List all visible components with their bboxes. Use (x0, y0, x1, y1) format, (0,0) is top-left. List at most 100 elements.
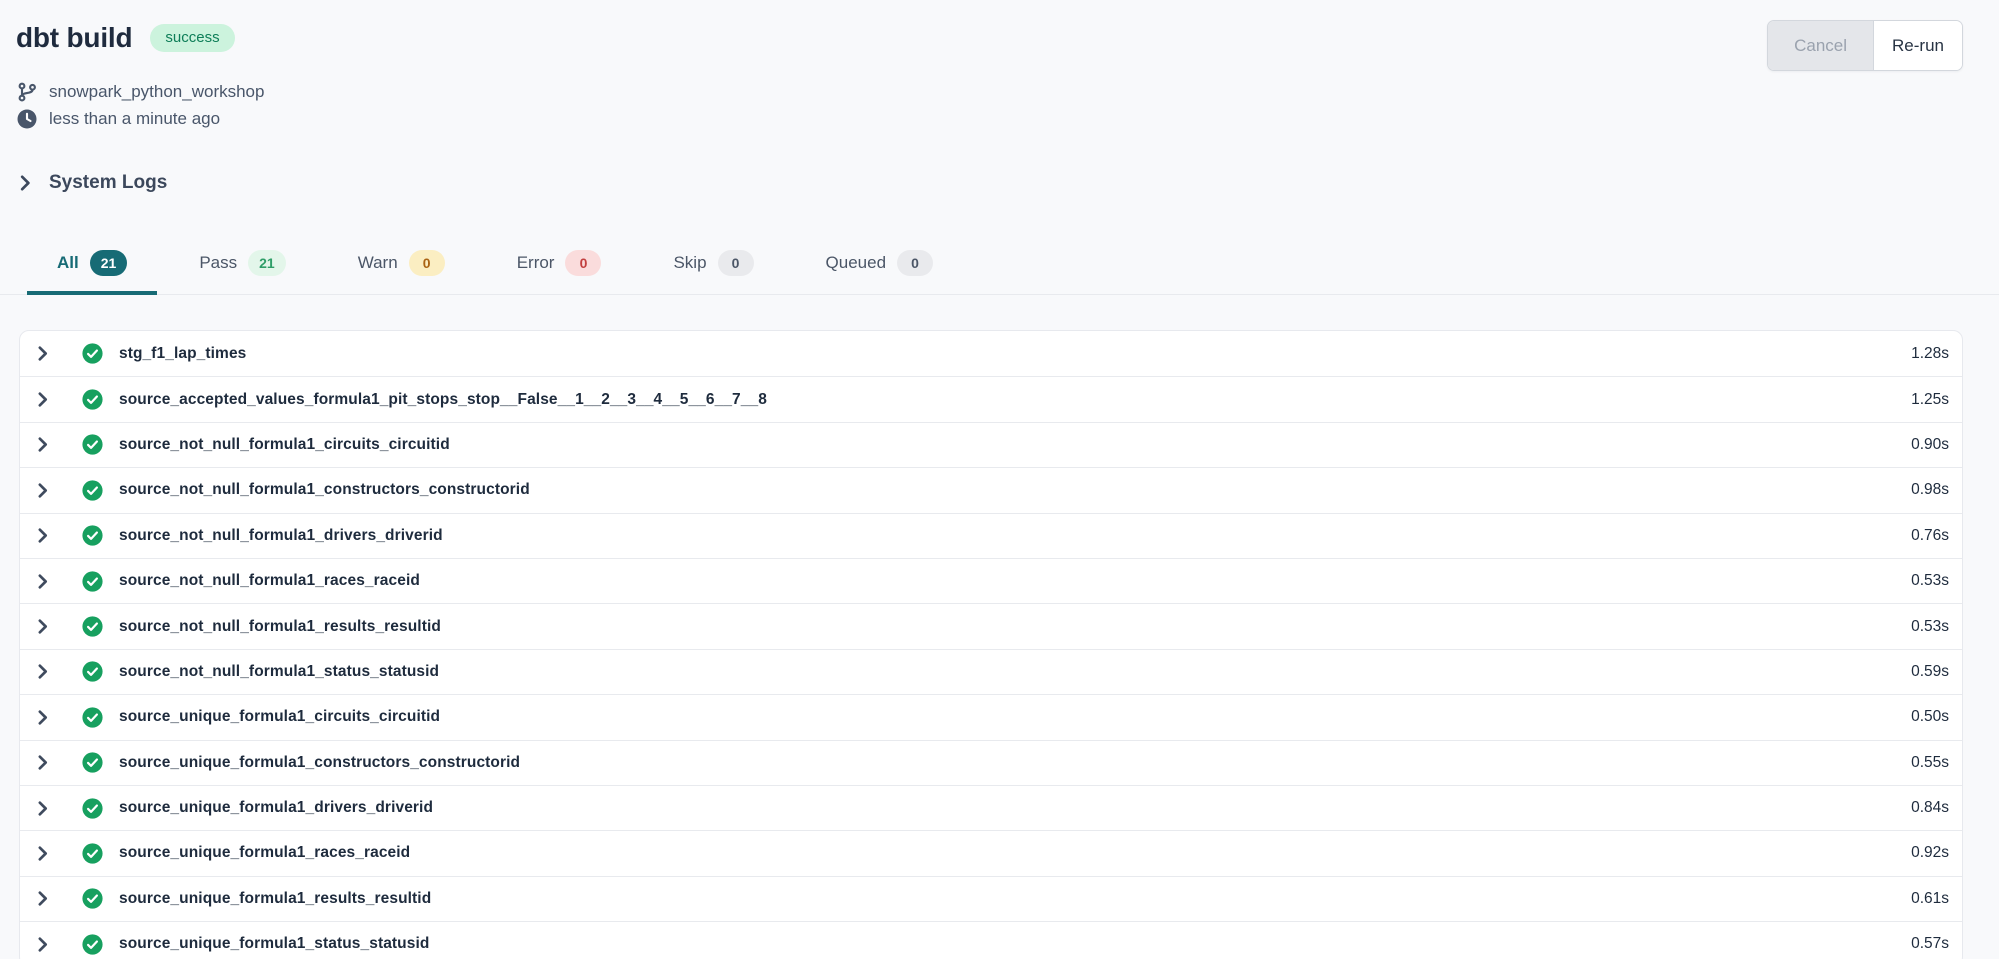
result-duration: 0.61s (1911, 890, 1949, 908)
tab-error[interactable]: Error 0 (487, 250, 632, 295)
expand-chevron-icon[interactable] (34, 436, 51, 453)
tab-pass[interactable]: Pass 21 (169, 250, 315, 295)
result-name: source_not_null_formula1_constructors_co… (119, 481, 530, 499)
tab-label: Queued (826, 252, 887, 274)
tab-label: Error (517, 252, 555, 274)
result-row[interactable]: source_not_null_formula1_drivers_driveri… (20, 513, 1962, 558)
tab-count-badge: 0 (565, 250, 601, 276)
status-badge: success (150, 24, 234, 52)
tab-queued[interactable]: Queued 0 (796, 250, 964, 295)
expand-chevron-icon[interactable] (34, 936, 51, 953)
branch-name: snowpark_python_workshop (49, 82, 264, 102)
result-duration: 0.92s (1911, 844, 1949, 862)
system-logs-label: System Logs (49, 172, 167, 194)
expand-chevron-icon[interactable] (34, 663, 51, 680)
expand-chevron-icon[interactable] (34, 618, 51, 635)
branch-row: snowpark_python_workshop (17, 82, 1963, 102)
result-name: stg_f1_lap_times (119, 345, 246, 363)
tab-label: Pass (199, 252, 237, 274)
result-row[interactable]: source_not_null_formula1_constructors_co… (20, 467, 1962, 512)
result-row[interactable]: source_unique_formula1_status_statusid 0… (20, 921, 1962, 959)
result-name: source_unique_formula1_circuits_circuiti… (119, 708, 440, 726)
expand-chevron-icon[interactable] (34, 890, 51, 907)
success-check-icon (82, 616, 103, 637)
success-check-icon (82, 480, 103, 501)
expand-chevron-icon[interactable] (34, 800, 51, 817)
clock-icon (17, 109, 37, 129)
result-duration: 0.50s (1911, 708, 1949, 726)
run-header: dbt build success Cancel Re-run snowpark… (0, 0, 1999, 129)
result-name: source_unique_formula1_races_raceid (119, 844, 410, 862)
success-check-icon (82, 661, 103, 682)
time-row: less than a minute ago (17, 109, 1963, 129)
tab-label: All (57, 252, 79, 274)
success-check-icon (82, 571, 103, 592)
system-logs-toggle[interactable]: System Logs (16, 172, 1999, 194)
success-check-icon (82, 525, 103, 546)
success-check-icon (82, 434, 103, 455)
page-title: dbt build (16, 20, 132, 56)
result-duration: 0.98s (1911, 481, 1949, 499)
tab-label: Warn (358, 252, 398, 274)
tab-count-badge: 21 (248, 250, 286, 276)
result-name: source_not_null_formula1_circuits_circui… (119, 436, 450, 454)
tab-warn[interactable]: Warn 0 (328, 250, 475, 295)
tab-count-badge: 0 (409, 250, 445, 276)
result-name: source_not_null_formula1_results_resulti… (119, 618, 441, 636)
expand-chevron-icon[interactable] (34, 573, 51, 590)
result-duration: 0.59s (1911, 663, 1949, 681)
expand-chevron-icon[interactable] (34, 345, 51, 362)
expand-chevron-icon[interactable] (34, 391, 51, 408)
result-name: source_unique_formula1_constructors_cons… (119, 754, 520, 772)
result-row[interactable]: source_not_null_formula1_status_statusid… (20, 649, 1962, 694)
expand-chevron-icon[interactable] (34, 527, 51, 544)
result-row[interactable]: source_unique_formula1_results_resultid … (20, 876, 1962, 921)
success-check-icon (82, 798, 103, 819)
result-row[interactable]: stg_f1_lap_times 1.28s (20, 331, 1962, 376)
expand-chevron-icon[interactable] (34, 754, 51, 771)
expand-chevron-icon[interactable] (34, 482, 51, 499)
result-row[interactable]: source_not_null_formula1_results_resulti… (20, 603, 1962, 648)
result-duration: 0.90s (1911, 436, 1949, 454)
expand-chevron-icon[interactable] (34, 845, 51, 862)
result-duration: 0.57s (1911, 935, 1949, 953)
git-branch-icon (17, 82, 37, 102)
success-check-icon (82, 888, 103, 909)
result-row[interactable]: source_not_null_formula1_circuits_circui… (20, 422, 1962, 467)
run-action-button-group: Cancel Re-run (1767, 20, 1963, 71)
tab-skip[interactable]: Skip 0 (643, 250, 783, 295)
result-duration: 0.53s (1911, 618, 1949, 636)
tab-label: Skip (673, 252, 706, 274)
success-check-icon (82, 389, 103, 410)
time-ago: less than a minute ago (49, 109, 220, 129)
success-check-icon (82, 343, 103, 364)
result-name: source_not_null_formula1_status_statusid (119, 663, 439, 681)
result-name: source_unique_formula1_drivers_driverid (119, 799, 433, 817)
result-row[interactable]: source_unique_formula1_races_raceid 0.92… (20, 830, 1962, 875)
result-duration: 0.55s (1911, 754, 1949, 772)
success-check-icon (82, 843, 103, 864)
success-check-icon (82, 752, 103, 773)
result-row[interactable]: source_unique_formula1_circuits_circuiti… (20, 694, 1962, 739)
result-duration: 1.28s (1911, 345, 1949, 363)
rerun-button[interactable]: Re-run (1873, 21, 1962, 70)
tab-count-badge: 0 (897, 250, 933, 276)
chevron-right-icon (16, 174, 34, 192)
tab-count-badge: 0 (718, 250, 754, 276)
success-check-icon (82, 707, 103, 728)
result-row[interactable]: source_not_null_formula1_races_raceid 0.… (20, 558, 1962, 603)
result-row[interactable]: source_accepted_values_formula1_pit_stop… (20, 376, 1962, 421)
result-duration: 0.53s (1911, 572, 1949, 590)
result-duration: 0.84s (1911, 799, 1949, 817)
result-name: source_unique_formula1_status_statusid (119, 935, 429, 953)
result-row[interactable]: source_unique_formula1_constructors_cons… (20, 740, 1962, 785)
tab-all[interactable]: All 21 (27, 250, 157, 295)
expand-chevron-icon[interactable] (34, 709, 51, 726)
title-row: dbt build success Cancel Re-run (16, 20, 1963, 71)
result-name: source_not_null_formula1_races_raceid (119, 572, 420, 590)
tab-count-badge: 21 (90, 250, 128, 276)
cancel-button[interactable]: Cancel (1768, 21, 1873, 70)
result-name: source_unique_formula1_results_resultid (119, 890, 431, 908)
result-name: source_accepted_values_formula1_pit_stop… (119, 391, 767, 409)
result-row[interactable]: source_unique_formula1_drivers_driverid … (20, 785, 1962, 830)
